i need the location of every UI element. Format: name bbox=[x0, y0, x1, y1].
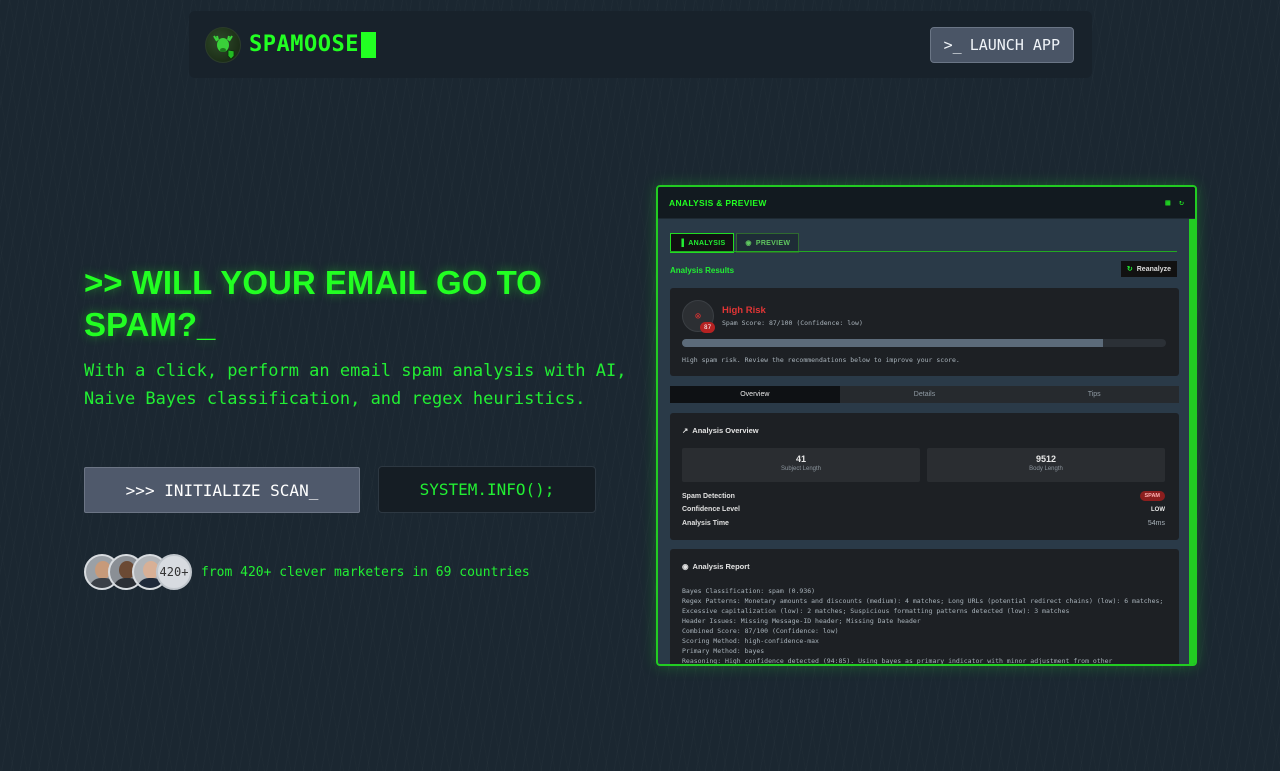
hero-title-line1: >> WILL YOUR EMAIL GO TO bbox=[84, 264, 542, 301]
refresh-icon: ↻ bbox=[1126, 266, 1133, 273]
overview-title: ↗ Analysis Overview bbox=[682, 426, 759, 435]
row-value: LOW bbox=[1151, 506, 1165, 513]
trend-icon: ↗ bbox=[682, 426, 689, 435]
tab-analysis-label: ANALYSIS bbox=[688, 239, 726, 247]
terminal-icon: >_ bbox=[943, 35, 962, 54]
analysis-results-label: Analysis Results bbox=[670, 266, 735, 275]
tab-preview[interactable]: ◉ PREVIEW bbox=[736, 233, 800, 253]
social-proof-text: from 420+ clever marketers in 69 countri… bbox=[201, 564, 530, 580]
row-key: Analysis Time bbox=[682, 520, 729, 527]
row-key: Spam Detection bbox=[682, 492, 735, 500]
panel-tabs: ▐ ANALYSIS ◉ PREVIEW bbox=[670, 233, 800, 253]
hero-title: >> WILL YOUR EMAIL GO TO SPAM?_ bbox=[84, 262, 604, 346]
refresh-icon[interactable]: ↻ bbox=[1179, 198, 1184, 207]
scrollbar[interactable] bbox=[1189, 219, 1195, 664]
report-line: Scoring Method: high-confidence-max bbox=[682, 637, 819, 645]
overview-title-text: Analysis Overview bbox=[692, 426, 759, 435]
subtab-details[interactable]: Details bbox=[840, 386, 1010, 403]
launch-app-button[interactable]: >_ LAUNCH APP bbox=[929, 26, 1074, 63]
panel-title: ANALYSIS & PREVIEW bbox=[669, 197, 767, 208]
moose-logo-icon bbox=[205, 26, 241, 63]
reanalyze-button[interactable]: ↻ Reanalyze bbox=[1120, 261, 1177, 277]
launch-app-label: LAUNCH APP bbox=[969, 35, 1060, 54]
stat-body-length: 9512 Body Length bbox=[927, 448, 1165, 482]
report-line: Primary Method: bayes bbox=[682, 647, 765, 655]
risk-title: High Risk bbox=[722, 305, 766, 316]
result-subtabs: Overview Details Tips bbox=[670, 386, 1179, 403]
stat-label: Subject Length bbox=[780, 466, 822, 472]
row-key: Confidence Level bbox=[682, 506, 740, 513]
stat-value: 41 bbox=[795, 454, 806, 464]
eye-icon: ◉ bbox=[745, 240, 752, 247]
subtab-overview[interactable]: Overview bbox=[670, 386, 840, 403]
avatar-count: 420+ bbox=[156, 554, 192, 590]
risk-score: Spam Score: 87/100 (Confidence: low) bbox=[722, 319, 863, 327]
report-line: Combined Score: 87/100 (Confidence: low) bbox=[682, 627, 839, 635]
brand-text: SPAMOOSE bbox=[249, 32, 359, 57]
tab-preview-label: PREVIEW bbox=[755, 239, 791, 247]
report-line: Reasoning: High confidence detected (94:… bbox=[682, 657, 1113, 665]
brand[interactable]: SPAMOOSE bbox=[205, 26, 376, 63]
report-line: Header Issues: Missing Message-ID header… bbox=[682, 617, 921, 625]
row-spam-detection: Spam Detection SPAM bbox=[682, 491, 1165, 501]
report-card: ◉ Analysis Report Bayes Classification: … bbox=[670, 549, 1179, 665]
report-title-text: Analysis Report bbox=[692, 562, 750, 571]
risk-message: High spam risk. Review the recommendatio… bbox=[682, 356, 960, 364]
row-value: 54ms bbox=[1147, 520, 1165, 527]
tab-analysis[interactable]: ▐ ANALYSIS bbox=[670, 233, 735, 253]
report-line: Bayes Classification: spam (0.936) bbox=[682, 587, 816, 595]
subtab-tips[interactable]: Tips bbox=[1009, 386, 1179, 403]
overview-card: ↗ Analysis Overview 41 Subject Length 95… bbox=[670, 413, 1179, 540]
system-info-button[interactable]: SYSTEM.INFO(); bbox=[378, 466, 596, 513]
top-navbar: SPAMOOSE >_ LAUNCH APP bbox=[189, 11, 1092, 78]
brand-name: SPAMOOSE bbox=[249, 31, 376, 58]
progress-fill bbox=[682, 339, 1104, 347]
stat-subject-length: 41 Subject Length bbox=[682, 448, 920, 482]
spam-badge: SPAM bbox=[1139, 491, 1165, 501]
stat-label: Body Length bbox=[1029, 466, 1063, 472]
expand-icon[interactable]: ▦ bbox=[1165, 198, 1170, 207]
panel-header: ANALYSIS & PREVIEW ▦ ↻ bbox=[658, 187, 1195, 219]
initialize-scan-button[interactable]: >>> INITIALIZE SCAN_ bbox=[84, 467, 360, 513]
spam-score-progress bbox=[682, 339, 1166, 347]
row-confidence-level: Confidence Level LOW bbox=[682, 506, 1165, 513]
stat-value: 9512 bbox=[1035, 454, 1057, 464]
risk-card: ⊗ 87 High Risk Spam Score: 87/100 (Confi… bbox=[670, 288, 1179, 376]
report-body: Bayes Classification: spam (0.936) Regex… bbox=[682, 586, 1166, 665]
tab-underline bbox=[670, 251, 1177, 252]
reanalyze-label: Reanalyze bbox=[1136, 265, 1171, 273]
blinking-cursor bbox=[360, 31, 376, 58]
report-line: Regex Patterns: Monetary amounts and dis… bbox=[682, 597, 1164, 615]
score-badge: 87 bbox=[700, 322, 716, 333]
eye-icon: ◉ bbox=[682, 562, 689, 571]
row-analysis-time: Analysis Time 54ms bbox=[682, 520, 1165, 527]
analysis-preview-panel: ANALYSIS & PREVIEW ▦ ↻ ▐ ANALYSIS ◉ PREV… bbox=[656, 185, 1197, 666]
social-proof: 420+ from 420+ clever marketers in 69 co… bbox=[84, 554, 530, 590]
hero-subtitle: With a click, perform an email spam anal… bbox=[84, 361, 627, 409]
hero-title-line2: SPAM?_ bbox=[84, 306, 216, 343]
report-title: ◉ Analysis Report bbox=[682, 562, 750, 571]
bar-chart-icon: ▐ bbox=[679, 239, 685, 247]
panel-actions: ▦ ↻ bbox=[1165, 198, 1184, 207]
